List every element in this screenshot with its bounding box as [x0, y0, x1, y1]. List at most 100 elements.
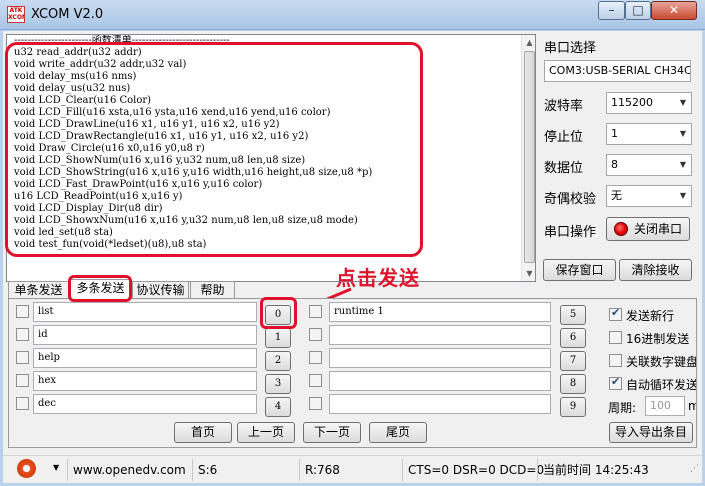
- send-item-button[interactable]: 9: [560, 397, 586, 417]
- send-item-input[interactable]: id: [33, 325, 257, 345]
- receive-scrollbar[interactable]: ▲ ▼: [521, 35, 535, 281]
- receive-line: void LCD_Display_Dir(u8 dir): [14, 203, 163, 214]
- send-newline-checkbox[interactable]: [609, 306, 622, 321]
- scroll-thumb[interactable]: [524, 51, 535, 263]
- chevron-down-icon: ▼: [675, 155, 691, 175]
- auto-loop-checkbox[interactable]: [609, 375, 622, 390]
- chevron-down-icon: ▼: [675, 186, 691, 206]
- tab-multi-send[interactable]: 多条发送: [70, 279, 131, 300]
- send-item-button[interactable]: 1: [265, 328, 291, 348]
- app-logo: ATK XCOM: [7, 6, 25, 23]
- send-item-checkbox[interactable]: [16, 374, 29, 387]
- receive-line: void Draw_Circle(u16 x0,u16 y0,u8 r): [14, 143, 205, 154]
- send-newline-label: 发送新行: [626, 309, 675, 323]
- send-item-checkbox[interactable]: [309, 397, 322, 410]
- send-item-input[interactable]: help: [33, 348, 257, 368]
- send-item-checkbox[interactable]: [16, 397, 29, 410]
- send-item-input[interactable]: list: [33, 302, 257, 322]
- period-label: 周期:: [608, 401, 637, 415]
- prev-page-button[interactable]: 上一页: [237, 422, 295, 443]
- send-item-input[interactable]: [329, 325, 551, 345]
- hex-send-checkbox[interactable]: [609, 331, 622, 344]
- tab-single-send[interactable]: 单条发送: [8, 281, 69, 299]
- receive-line: void delay_ms(u16 nms): [14, 71, 137, 82]
- save-window-button[interactable]: 保存窗口: [543, 259, 616, 281]
- receive-line: void write_addr(u32 addr,u32 val): [14, 59, 187, 70]
- send-item-button[interactable]: 6: [560, 328, 586, 348]
- port-select[interactable]: COM3:USB-SERIAL CH34C: [544, 60, 691, 82]
- minimize-button[interactable]: –: [598, 1, 625, 20]
- port-label: 串口选择: [544, 41, 597, 56]
- receive-line: void LCD_ShowxNum(u16 x,u16 y,u32 num,u8…: [14, 215, 358, 226]
- tab-help[interactable]: 帮助: [190, 281, 235, 299]
- gear-icon[interactable]: [17, 459, 36, 478]
- link-numpad-checkbox[interactable]: [609, 354, 622, 367]
- send-item-input[interactable]: [329, 394, 551, 414]
- client-area: -----------------------函数清单-------------…: [3, 31, 702, 483]
- receive-line: void LCD_ShowNum(u16 x,u16 y,u32 num,u8 …: [14, 155, 306, 166]
- scroll-up-icon[interactable]: ▲: [522, 35, 535, 50]
- clear-receive-button[interactable]: 清除接收: [619, 259, 692, 281]
- status-lines: CTS=0 DSR=0 DCD=0: [402, 459, 544, 481]
- receive-line: void LCD_ShowString(u16 x,u16 y,u16 widt…: [14, 167, 373, 178]
- chevron-down-icon[interactable]: ▼: [53, 463, 59, 472]
- send-item-button[interactable]: 5: [560, 305, 586, 325]
- send-item-checkbox[interactable]: [309, 305, 322, 318]
- send-item-checkbox[interactable]: [309, 351, 322, 364]
- receive-line: void test_fun(void(*ledset)(u8),u8 sta): [14, 239, 207, 250]
- baud-select[interactable]: 115200 ▼: [606, 92, 692, 114]
- send-item-input[interactable]: [329, 348, 551, 368]
- hex-send-label: 16进制发送: [626, 332, 690, 346]
- port-op-label: 串口操作: [544, 225, 597, 240]
- send-item-checkbox[interactable]: [309, 374, 322, 387]
- scroll-down-icon[interactable]: ▼: [522, 266, 535, 281]
- chevron-down-icon: ▼: [675, 93, 691, 113]
- receive-line: void LCD_DrawRectangle(u16 x1, u16 y1, u…: [14, 131, 309, 142]
- close-port-button[interactable]: 关闭串口: [606, 217, 690, 241]
- send-item-button[interactable]: 4: [265, 397, 291, 417]
- data-bits-select[interactable]: 8 ▼: [606, 154, 692, 176]
- send-item-button[interactable]: 3: [265, 374, 291, 394]
- maximize-button[interactable]: □: [625, 1, 651, 20]
- import-export-button[interactable]: 导入导出条目: [609, 422, 693, 443]
- stop-bits-value: 1: [611, 127, 618, 140]
- resize-grip-icon[interactable]: ⋰: [690, 464, 699, 474]
- send-item-button[interactable]: 8: [560, 374, 586, 394]
- baud-value: 115200: [611, 96, 653, 109]
- send-item-button[interactable]: 7: [560, 351, 586, 371]
- chevron-down-icon: ▼: [675, 124, 691, 144]
- receive-line: void LCD_Clear(u16 Color): [14, 95, 152, 106]
- send-item-checkbox[interactable]: [16, 328, 29, 341]
- send-item-checkbox[interactable]: [16, 305, 29, 318]
- status-time: 当前时间 14:25:43: [537, 459, 687, 481]
- parity-select[interactable]: 无 ▼: [606, 185, 692, 207]
- next-page-button[interactable]: 下一页: [303, 422, 361, 443]
- auto-loop-label: 自动循环发送: [626, 378, 696, 392]
- receive-text: -----------------------函数清单-------------…: [14, 35, 372, 251]
- link-numpad-label: 关联数字键盘: [626, 355, 696, 369]
- data-bits-value: 8: [611, 158, 618, 171]
- receive-line: u32 read_addr(u32 addr): [14, 47, 142, 58]
- receive-line: void LCD_Fast_DrawPoint(u16 x,u16 y,u16 …: [14, 179, 263, 190]
- send-item-button[interactable]: 2: [265, 351, 291, 371]
- status-url[interactable]: www.openedv.com: [67, 459, 191, 481]
- tab-protocol[interactable]: 协议传输: [132, 281, 189, 299]
- send-item-checkbox[interactable]: [309, 328, 322, 341]
- send-item-input[interactable]: dec: [33, 394, 257, 414]
- receive-line: void led_set(u8 sta): [14, 227, 113, 238]
- send-item-checkbox[interactable]: [16, 351, 29, 364]
- send-item-input[interactable]: hex: [33, 371, 257, 391]
- receive-textarea[interactable]: -----------------------函数清单-------------…: [6, 34, 536, 282]
- send-item-button[interactable]: 0: [265, 305, 291, 325]
- close-button[interactable]: ✕: [651, 1, 697, 20]
- stop-bits-select[interactable]: 1 ▼: [606, 123, 692, 145]
- last-page-button[interactable]: 尾页: [369, 422, 427, 443]
- title-bar: ATK XCOM XCOM V2.0 – □ ✕: [0, 0, 705, 30]
- parity-value: 无: [611, 189, 622, 202]
- send-item-input[interactable]: runtime 1: [329, 302, 551, 322]
- period-input[interactable]: 100: [645, 396, 685, 416]
- status-received: R:768: [299, 459, 401, 481]
- baud-label: 波特率: [544, 99, 584, 114]
- first-page-button[interactable]: 首页: [174, 422, 232, 443]
- send-item-input[interactable]: [329, 371, 551, 391]
